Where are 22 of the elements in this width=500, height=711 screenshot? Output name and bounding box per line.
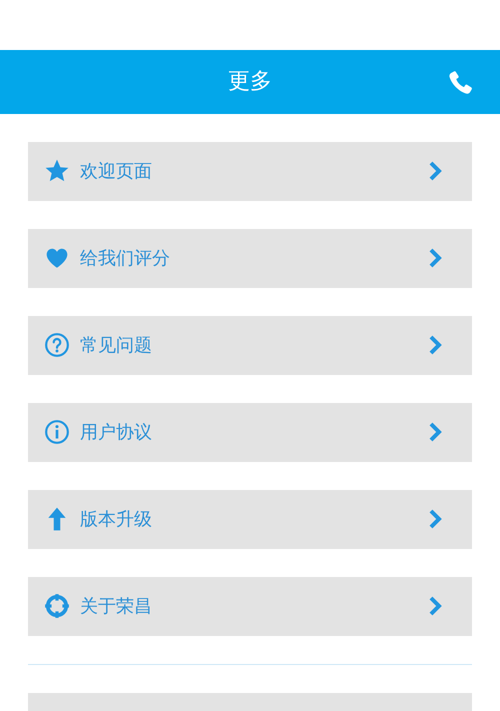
menu-item[interactable]: 常见问题	[28, 316, 472, 375]
menu-item-label: 关于荣昌	[80, 594, 152, 619]
question-icon	[44, 332, 70, 358]
chevron-right-icon	[428, 335, 442, 356]
menu-item-label: 用户协议	[80, 420, 152, 445]
menu-item[interactable]: 给我们评分	[28, 228, 472, 288]
menu-item-label: 欢迎页面	[80, 160, 152, 184]
crosshair-icon	[44, 593, 70, 620]
menu-item-label: 版本升级	[80, 508, 152, 532]
menu-item[interactable]: 欢迎页面	[28, 142, 472, 201]
menu-item-label: 给我们评分	[80, 246, 170, 271]
chevron-right-icon	[428, 422, 442, 442]
page-title: 更多	[228, 68, 272, 96]
menu-item-label: 常见问题	[80, 334, 152, 358]
chevron-right-icon	[428, 161, 442, 182]
chevron-right-icon	[428, 596, 442, 616]
menu-item[interactable]: 用户协议	[28, 402, 472, 462]
menu-item[interactable]: 关于荣昌	[28, 576, 472, 636]
chevron-right-icon	[428, 509, 442, 530]
menu-item[interactable]: 版本升级	[28, 490, 472, 549]
info-icon	[44, 419, 70, 446]
chevron-right-icon	[428, 248, 442, 268]
